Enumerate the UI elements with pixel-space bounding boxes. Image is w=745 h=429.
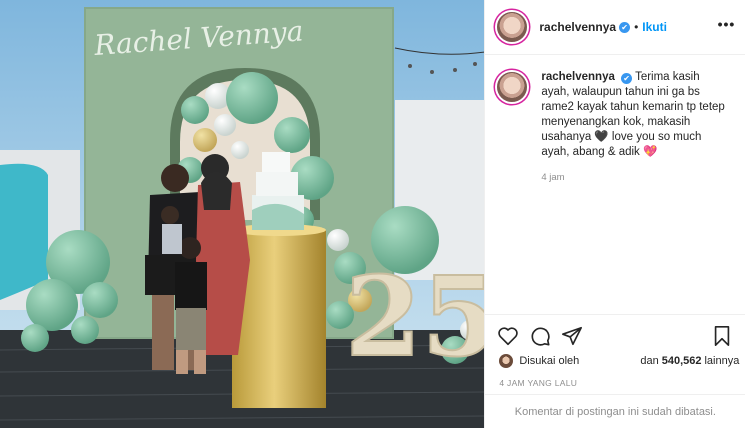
- comments-restricted-notice: Komentar di postingan ini sudah dibatasi…: [485, 394, 745, 429]
- bookmark-icon[interactable]: [711, 325, 733, 347]
- liked-by-label: Disukai oleh: [519, 355, 580, 367]
- more-options-icon[interactable]: •••: [718, 16, 736, 32]
- likes-summary: Disukai oleh dan 540,562 lainnya: [499, 354, 739, 368]
- caption-avatar[interactable]: [497, 72, 528, 102]
- post-photo[interactable]: Rachel Vennya 25: [0, 0, 485, 428]
- posted-time[interactable]: 4 JAM YANG LALU: [499, 378, 577, 388]
- post-header: rachelvennya ✔ • Ikuti •••: [485, 0, 745, 55]
- username-link[interactable]: rachelvennya: [539, 20, 616, 34]
- likes-count[interactable]: 540,562: [662, 355, 702, 367]
- action-bar: [485, 314, 745, 355]
- caption-body: rachelvennya ✔ Terima kasih ayah, walaup…: [541, 70, 729, 160]
- heart-icon[interactable]: [497, 325, 519, 347]
- liker-avatar[interactable]: [499, 354, 514, 368]
- caption-text: Terima kasih ayah, walaupun tahun ini ga…: [541, 71, 725, 158]
- post-sidebar: rachelvennya ✔ • Ikuti ••• rachelvennya …: [484, 0, 745, 428]
- verified-icon: ✔: [621, 73, 633, 84]
- marquee-number: 25: [345, 252, 484, 381]
- profile-avatar[interactable]: [497, 12, 528, 42]
- caption-timestamp: 4 jam: [541, 172, 565, 183]
- verified-icon: ✔: [619, 21, 631, 33]
- likes-suffix: lainnya: [704, 355, 740, 367]
- instagram-post: Rachel Vennya 25 rachelvennya ✔ • Ikuti …: [0, 0, 745, 428]
- likes-and: dan: [640, 355, 659, 367]
- share-icon[interactable]: [561, 325, 583, 347]
- caption-username[interactable]: rachelvennya: [541, 71, 615, 83]
- follow-button[interactable]: Ikuti: [642, 20, 667, 34]
- separator-dot: •: [634, 20, 639, 34]
- party-scene-image: Rachel Vennya 25: [0, 0, 485, 428]
- comment-icon[interactable]: [529, 325, 551, 347]
- caption: rachelvennya ✔ Terima kasih ayah, walaup…: [497, 70, 733, 160]
